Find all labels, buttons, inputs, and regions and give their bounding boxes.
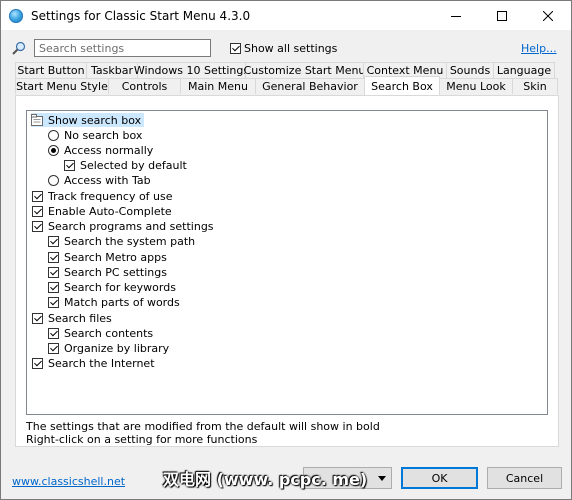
tree-item-label: Search the system path — [64, 234, 196, 248]
checkbox-selected-by-default[interactable] — [64, 159, 75, 171]
tree-item-search-keywords[interactable]: Search for keywords — [48, 280, 176, 294]
info-line-bold-hint: The settings that are modified from the … — [26, 420, 380, 433]
checkbox-search-pc-settings[interactable] — [48, 266, 59, 278]
search-icon — [12, 41, 26, 55]
tab-panel: Show search box No search box Access nor… — [15, 95, 559, 447]
window-title: Settings for Classic Start Menu 4.3.0 — [31, 8, 251, 23]
tree-item-enable-autocomplete[interactable]: Enable Auto-Complete — [32, 204, 172, 218]
tab-row-2: Start Menu Style Controls Main Menu Gene… — [15, 76, 558, 95]
title-bar: Settings for Classic Start Menu 4.3.0 — [1, 1, 571, 30]
help-link[interactable]: Help... — [521, 42, 557, 55]
tab-search-box[interactable]: Search Box — [364, 76, 440, 95]
tree-item-label: Track frequency of use — [48, 189, 173, 203]
tree-item-organize-by-library[interactable]: Organize by library — [48, 341, 169, 355]
tree-item-track-frequency[interactable]: Track frequency of use — [32, 189, 173, 203]
checkbox-organize-by-library[interactable] — [48, 342, 59, 354]
tree-item-label: Access normally — [64, 143, 154, 157]
tree-item-label: Organize by library — [64, 341, 170, 355]
tab-language[interactable]: Language — [493, 62, 555, 78]
tree-item-match-parts[interactable]: Match parts of words — [48, 295, 180, 309]
search-input[interactable] — [34, 39, 211, 57]
tab-start-button[interactable]: Start Button — [15, 62, 87, 78]
caption-buttons — [433, 1, 571, 30]
tree-item-label: Enable Auto-Complete — [48, 204, 172, 218]
tree-item-access-with-tab[interactable]: Access with Tab — [48, 173, 151, 187]
ok-button[interactable]: OK — [401, 467, 478, 489]
maximize-icon — [497, 10, 507, 21]
tree-item-no-search-box[interactable]: No search box — [48, 128, 142, 142]
tab-taskbar[interactable]: Taskbar — [86, 62, 138, 78]
tree-item-label: Search Metro apps — [64, 250, 167, 264]
tree-item-label: Selected by default — [80, 158, 187, 172]
info-text: The settings that are modified from the … — [26, 420, 380, 446]
tree-item-search-pc-settings[interactable]: Search PC settings — [48, 265, 167, 279]
classic-shell-icon — [9, 8, 23, 23]
tree-item-label: Access with Tab — [64, 173, 151, 187]
checkbox-match-parts[interactable] — [48, 296, 59, 308]
settings-group-icon — [31, 114, 43, 126]
watermark: 双电网 (www. pcpc. me) — [163, 470, 368, 489]
checkbox-search-internet[interactable] — [32, 357, 43, 369]
tab-start-menu-style[interactable]: Start Menu Style — [15, 78, 109, 94]
tree-item-label: Search files — [48, 311, 112, 325]
toolbar: Show all settings Help... — [1, 30, 571, 62]
settings-window: Settings for Classic Start Menu 4.3.0 Sh… — [0, 0, 572, 500]
tab-sounds[interactable]: Sounds — [446, 62, 494, 78]
tree-item-label: Search PC settings — [64, 265, 167, 279]
tree-item-label: No search box — [64, 128, 143, 142]
checkbox-search-system-path[interactable] — [48, 235, 59, 247]
tab-skin[interactable]: Skin — [512, 78, 558, 94]
tree-item-search-system-path[interactable]: Search the system path — [48, 234, 195, 248]
show-all-settings-toggle[interactable]: Show all settings — [230, 42, 337, 55]
tab-row-1: Start Button Taskbar Windows 10 Settings… — [15, 62, 555, 78]
checkbox-search-metro-apps[interactable] — [48, 251, 59, 263]
tree-item-access-normally[interactable]: Access normally — [48, 143, 153, 157]
tab-customize-start-menu[interactable]: Customize Start Menu — [244, 62, 365, 78]
minimize-icon — [451, 15, 461, 17]
tab-general-behavior[interactable]: General Behavior — [255, 78, 365, 94]
radio-access-normally[interactable] — [48, 144, 59, 156]
tab-windows-10-settings[interactable]: Windows 10 Settings — [134, 62, 249, 78]
close-icon — [543, 10, 553, 21]
show-all-checkbox[interactable] — [230, 43, 241, 54]
maximize-button[interactable] — [479, 1, 525, 30]
tab-main-menu[interactable]: Main Menu — [180, 78, 256, 94]
tree-item-search-internet[interactable]: Search the Internet — [32, 356, 155, 370]
radio-access-with-tab[interactable] — [48, 174, 59, 186]
checkbox-search-programs[interactable] — [32, 220, 43, 232]
checkbox-enable-autocomplete[interactable] — [32, 205, 43, 217]
checkbox-search-contents[interactable] — [48, 327, 59, 339]
minimize-button[interactable] — [433, 1, 479, 30]
tree-item-search-metro-apps[interactable]: Search Metro apps — [48, 250, 167, 264]
tree-item-search-programs[interactable]: Search programs and settings — [32, 219, 214, 233]
tree-item-label: Show search box — [48, 113, 142, 127]
tree-item-selected-by-default[interactable]: Selected by default — [64, 158, 187, 172]
show-all-label: Show all settings — [244, 42, 338, 55]
tree-item-search-contents[interactable]: Search contents — [48, 326, 153, 340]
tree-item-label: Search the Internet — [48, 356, 155, 370]
tree-item-label: Search contents — [64, 326, 154, 340]
close-button[interactable] — [525, 1, 571, 30]
checkbox-search-keywords[interactable] — [48, 281, 59, 293]
tree-item-label: Search for keywords — [64, 280, 176, 294]
tree-item-search-files[interactable]: Search files — [32, 311, 112, 325]
website-link[interactable]: www.classicshell.net — [12, 475, 125, 488]
tree-item-show-search-box[interactable]: Show search box — [31, 113, 145, 127]
tab-controls[interactable]: Controls — [108, 78, 181, 94]
tree-item-label: Match parts of words — [64, 295, 180, 309]
tab-menu-look[interactable]: Menu Look — [439, 78, 513, 94]
checkbox-track-frequency[interactable] — [32, 190, 43, 202]
chevron-down-icon — [378, 475, 386, 481]
checkbox-search-files[interactable] — [32, 312, 43, 324]
cancel-button[interactable]: Cancel — [487, 467, 562, 489]
tree-item-label: Search programs and settings — [48, 219, 214, 233]
radio-no-search-box[interactable] — [48, 129, 59, 141]
info-line-right-click-hint: Right-click on a setting for more functi… — [26, 433, 258, 446]
settings-tree[interactable]: Show search box No search box Access nor… — [26, 110, 548, 415]
